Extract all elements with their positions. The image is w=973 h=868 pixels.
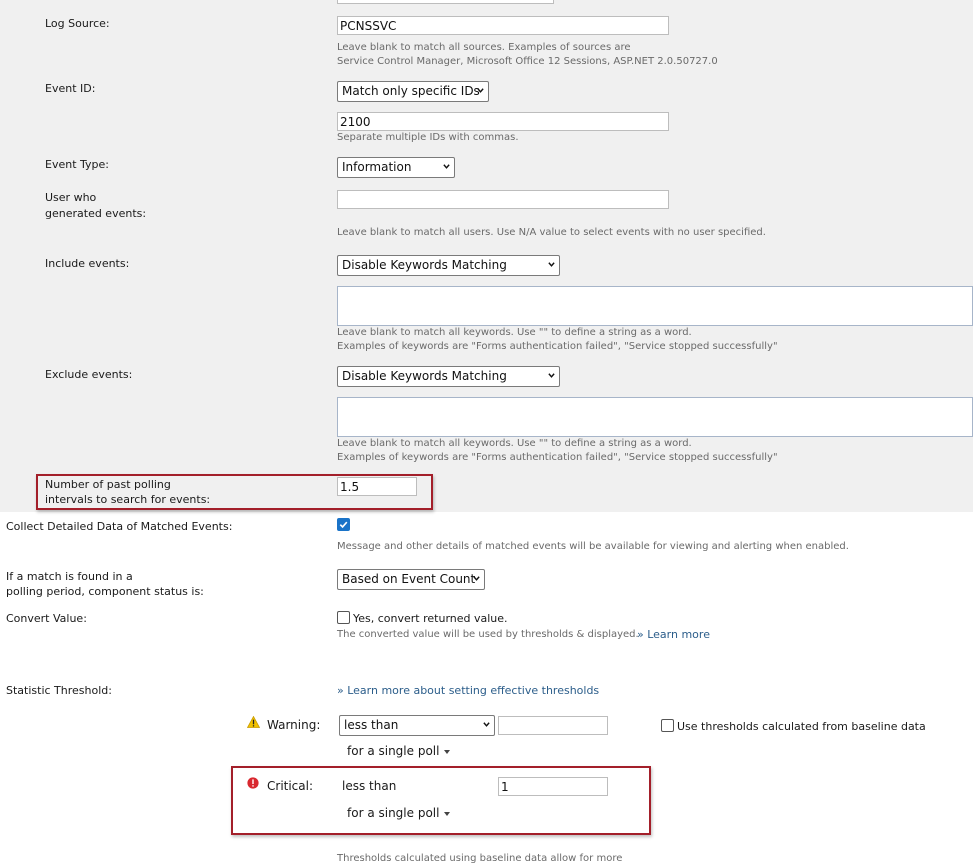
warning-period-value: for a single poll bbox=[347, 744, 440, 758]
convert-value-checkbox[interactable] bbox=[337, 611, 350, 624]
warning-operator-value: less than bbox=[344, 718, 399, 732]
user-label-line-2: generated events: bbox=[45, 207, 147, 220]
exclude-events-mode-value: Disable Keywords Matching bbox=[342, 369, 507, 383]
log-source-label: Log Source: bbox=[45, 17, 110, 30]
event-id-label: Event ID: bbox=[45, 82, 96, 95]
include-events-mode-value: Disable Keywords Matching bbox=[342, 258, 507, 272]
include-events-textarea[interactable] bbox=[337, 286, 973, 326]
warning-value-input[interactable] bbox=[498, 716, 608, 735]
match-status-label-line-1: If a match is found in a bbox=[6, 570, 133, 583]
include-events-hint-1: Leave blank to match all keywords. Use "… bbox=[337, 327, 692, 338]
include-events-label: Include events: bbox=[45, 257, 130, 270]
warning-triangle-icon bbox=[247, 716, 260, 728]
statistic-threshold-label: Statistic Threshold: bbox=[6, 684, 112, 697]
warning-period-dropdown[interactable]: for a single poll bbox=[347, 744, 451, 758]
log-source-input[interactable] bbox=[337, 16, 669, 35]
chevron-down-icon bbox=[483, 722, 490, 727]
warning-baseline-label[interactable]: Use thresholds calculated from baseline … bbox=[677, 720, 926, 734]
chevron-down-icon bbox=[473, 576, 480, 581]
caret-down-icon bbox=[444, 749, 451, 754]
include-events-mode-select[interactable]: Disable Keywords Matching bbox=[337, 255, 560, 276]
convert-value-checkbox-label[interactable]: Yes, convert returned value. bbox=[353, 612, 508, 626]
exclude-events-hint-2: Examples of keywords are "Forms authenti… bbox=[337, 452, 778, 463]
event-id-mode-select[interactable]: Match only specific IDs bbox=[337, 81, 489, 102]
warning-baseline-checkbox[interactable] bbox=[661, 719, 674, 732]
event-id-hint: Separate multiple IDs with commas. bbox=[337, 132, 519, 143]
convert-value-label: Convert Value: bbox=[6, 612, 87, 625]
log-source-hint-1: Leave blank to match all sources. Exampl… bbox=[337, 42, 631, 53]
user-label-line-1: User who bbox=[45, 191, 97, 204]
convert-value-hint: The converted value will be used by thre… bbox=[337, 629, 639, 640]
baseline-footer-hint: Thresholds calculated using baseline dat… bbox=[337, 853, 623, 864]
thresholds-learn-more-link[interactable]: » Learn more about setting effective thr… bbox=[337, 684, 599, 697]
chevron-down-icon bbox=[477, 88, 484, 93]
match-status-select[interactable]: Based on Event Count bbox=[337, 569, 485, 590]
event-type-select[interactable]: Information bbox=[337, 157, 455, 178]
event-type-label: Event Type: bbox=[45, 158, 109, 171]
log-source-hint-2: Service Control Manager, Microsoft Offic… bbox=[337, 56, 718, 67]
collect-detailed-label: Collect Detailed Data of Matched Events: bbox=[6, 520, 233, 533]
chevron-down-icon bbox=[443, 164, 450, 169]
previous-field-stub[interactable] bbox=[337, 0, 554, 4]
include-events-hint-2: Examples of keywords are "Forms authenti… bbox=[337, 341, 778, 352]
chevron-down-icon bbox=[548, 262, 555, 267]
exclude-events-textarea[interactable] bbox=[337, 397, 973, 437]
convert-value-learn-more-link[interactable]: » Learn more bbox=[637, 628, 710, 641]
chevron-down-icon bbox=[548, 373, 555, 378]
event-id-input[interactable] bbox=[337, 112, 669, 131]
warning-label: Warning: bbox=[267, 718, 321, 732]
collect-detailed-hint: Message and other details of matched eve… bbox=[337, 541, 849, 552]
event-id-mode-value: Match only specific IDs bbox=[342, 84, 480, 98]
critical-threshold-highlight bbox=[231, 766, 651, 835]
checkmark-icon bbox=[339, 521, 348, 529]
user-input[interactable] bbox=[337, 190, 669, 209]
event-type-value: Information bbox=[342, 160, 412, 174]
exclude-events-label: Exclude events: bbox=[45, 368, 133, 381]
polling-intervals-highlight bbox=[36, 474, 433, 510]
user-hint: Leave blank to match all users. Use N/A … bbox=[337, 227, 766, 238]
warning-operator-select[interactable]: less than bbox=[339, 715, 495, 736]
match-status-value: Based on Event Count bbox=[342, 572, 476, 586]
match-status-label-line-2: polling period, component status is: bbox=[6, 585, 204, 598]
collect-detailed-checkbox[interactable] bbox=[337, 518, 350, 531]
exclude-events-hint-1: Leave blank to match all keywords. Use "… bbox=[337, 438, 692, 449]
exclude-events-mode-select[interactable]: Disable Keywords Matching bbox=[337, 366, 560, 387]
